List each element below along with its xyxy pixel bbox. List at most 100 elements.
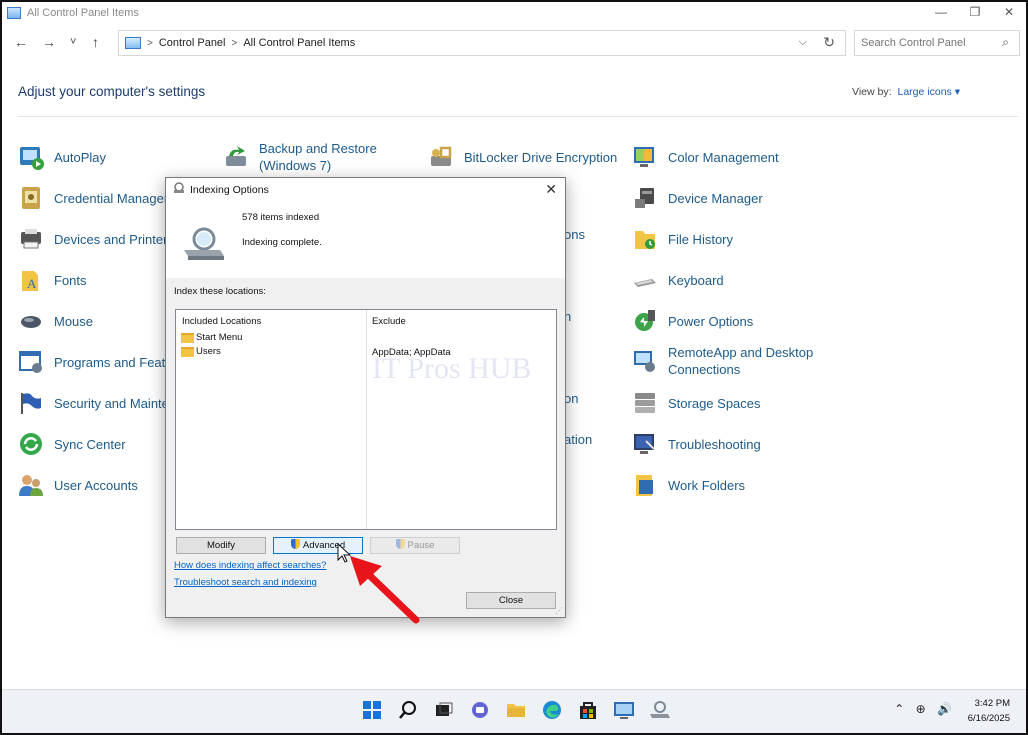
item-sync-center[interactable]: Sync Center — [18, 431, 126, 457]
search-icon[interactable] — [396, 698, 420, 722]
item-autoplay[interactable]: AutoPlay — [18, 144, 106, 170]
item-label: BitLocker Drive Encryption — [464, 149, 618, 165]
item-device-manager[interactable]: Device Manager — [632, 185, 763, 211]
indexing-icon — [173, 181, 185, 199]
item-label: Fonts — [54, 272, 87, 288]
indexing-affect-link[interactable]: How does indexing affect searches? — [174, 560, 326, 571]
item-partial-1[interactable]: ons — [564, 226, 585, 243]
breadcrumb-separator: > — [147, 37, 153, 49]
breadcrumb-all-items[interactable]: All Control Panel Items — [243, 37, 355, 49]
location-row[interactable]: Start Menu — [181, 332, 242, 343]
system-tray-icons[interactable]: ⌃ ⊕ 🔊 — [894, 702, 956, 716]
up-button[interactable]: ↑ — [92, 34, 99, 50]
item-label: File History — [668, 231, 734, 247]
chat-icon[interactable] — [468, 698, 492, 722]
file-explorer-icon[interactable] — [504, 698, 528, 722]
device-manager-icon — [632, 185, 658, 211]
item-fonts[interactable]: A Fonts — [18, 267, 87, 293]
annotation-arrow — [337, 542, 420, 624]
page-title: Adjust your computer's settings — [18, 84, 206, 99]
indexing-status: Indexing complete. — [242, 237, 322, 248]
item-label: on — [564, 391, 579, 406]
recent-locations-button[interactable]: ˅ — [70, 36, 76, 48]
view-by-dropdown[interactable]: Large icons ▾ — [898, 86, 960, 98]
credential-manager-icon — [18, 185, 44, 211]
title-bar: All Control Panel Items — ❐ ✕ — [2, 2, 1026, 24]
item-bitlocker[interactable]: BitLocker Drive Encryption — [428, 144, 617, 170]
item-power-options[interactable]: Power Options — [632, 308, 753, 334]
item-backup-restore[interactable]: Backup and Restore (Windows 7) — [223, 140, 409, 174]
minimize-button[interactable]: — — [924, 2, 958, 24]
item-color-management[interactable]: Color Management — [632, 144, 779, 170]
included-locations-header[interactable]: Included Locations — [182, 316, 261, 327]
locations-list[interactable]: Included Locations Exclude IT Pros HUB S… — [175, 309, 557, 530]
location-name: Start Menu — [196, 332, 243, 343]
back-button[interactable]: ← — [14, 34, 28, 50]
item-storage-spaces[interactable]: Storage Spaces — [632, 390, 761, 416]
item-partial-4[interactable]: ation — [564, 431, 592, 448]
troubleshooting-icon — [632, 431, 658, 457]
dialog-close-icon[interactable]: ✕ — [545, 181, 557, 198]
item-file-history[interactable]: File History — [632, 226, 733, 252]
index-locations-label: Index these locations: — [174, 286, 266, 297]
task-view-icon[interactable] — [432, 698, 456, 722]
search-icon[interactable]: ⌕ — [1002, 35, 1009, 50]
close-window-button[interactable]: ✕ — [992, 2, 1026, 24]
item-label: Devices and Printers — [54, 231, 174, 247]
fonts-icon: A — [18, 267, 44, 293]
item-remoteapp[interactable]: RemoteApp and Desktop Connections — [632, 344, 818, 378]
item-label: Sync Center — [54, 436, 126, 452]
divider — [18, 116, 1018, 117]
autoplay-icon — [18, 144, 44, 170]
column-divider — [366, 310, 367, 529]
bitlocker-icon — [428, 144, 454, 170]
item-work-folders[interactable]: Work Folders — [632, 472, 745, 498]
maximize-button[interactable]: ❐ — [958, 2, 992, 24]
item-keyboard[interactable]: Keyboard — [632, 267, 724, 293]
indexing-status-icon — [182, 226, 226, 267]
troubleshoot-link[interactable]: Troubleshoot search and indexing — [174, 577, 317, 588]
control-panel-icon[interactable] — [612, 698, 636, 722]
exclude-header[interactable]: Exclude — [372, 316, 406, 327]
item-label: Work Folders — [668, 477, 746, 493]
clock[interactable]: 3:42 PM 6/16/2025 — [968, 696, 1010, 726]
address-bar[interactable]: > Control Panel > All Control Panel Item… — [118, 30, 846, 56]
search-input[interactable] — [861, 31, 991, 55]
start-icon[interactable] — [360, 698, 384, 722]
item-credential-manager[interactable]: Credential Manager — [18, 185, 168, 211]
taskbar: ⌃ ⊕ 🔊 3:42 PM 6/16/2025 — [2, 689, 1026, 733]
search-box[interactable]: ⌕ — [854, 30, 1020, 56]
exclude-value: AppData; AppData — [372, 347, 451, 358]
keyboard-icon — [632, 267, 658, 293]
item-devices-printers[interactable]: Devices and Printers — [18, 226, 174, 252]
item-label: ation — [564, 432, 593, 447]
storage-spaces-icon — [632, 390, 658, 416]
item-label: Troubleshooting — [668, 436, 761, 452]
indexing-icon[interactable] — [648, 698, 672, 722]
resize-grip-icon[interactable]: ⋰ — [555, 606, 563, 615]
edge-icon[interactable] — [540, 698, 564, 722]
window-title: All Control Panel Items — [27, 7, 139, 19]
folder-icon — [181, 332, 194, 343]
store-icon[interactable] — [576, 698, 600, 722]
item-label: Backup and Restore (Windows 7) — [259, 141, 377, 173]
location-name: Users — [196, 346, 221, 357]
close-button[interactable]: Close — [466, 592, 556, 609]
forward-button[interactable]: → — [42, 34, 56, 50]
control-panel-icon — [125, 37, 141, 49]
backup-restore-icon — [223, 144, 249, 170]
refresh-icon[interactable]: ↻ — [823, 34, 835, 51]
item-mouse[interactable]: Mouse — [18, 308, 93, 334]
item-label: Mouse — [54, 313, 94, 329]
folder-icon — [181, 346, 194, 357]
work-folders-icon — [632, 472, 658, 498]
window-controls: — ❐ ✕ — [924, 2, 1026, 24]
item-troubleshooting[interactable]: Troubleshooting — [632, 431, 761, 457]
item-label: User Accounts — [54, 477, 138, 493]
breadcrumb-control-panel[interactable]: Control Panel — [159, 37, 226, 49]
location-row[interactable]: Users — [181, 346, 221, 357]
modify-button[interactable]: Modify — [176, 537, 266, 554]
address-dropdown-icon[interactable]: ⌵ — [799, 36, 807, 49]
item-user-accounts[interactable]: User Accounts — [18, 472, 138, 498]
item-partial-3[interactable]: on — [564, 390, 578, 407]
